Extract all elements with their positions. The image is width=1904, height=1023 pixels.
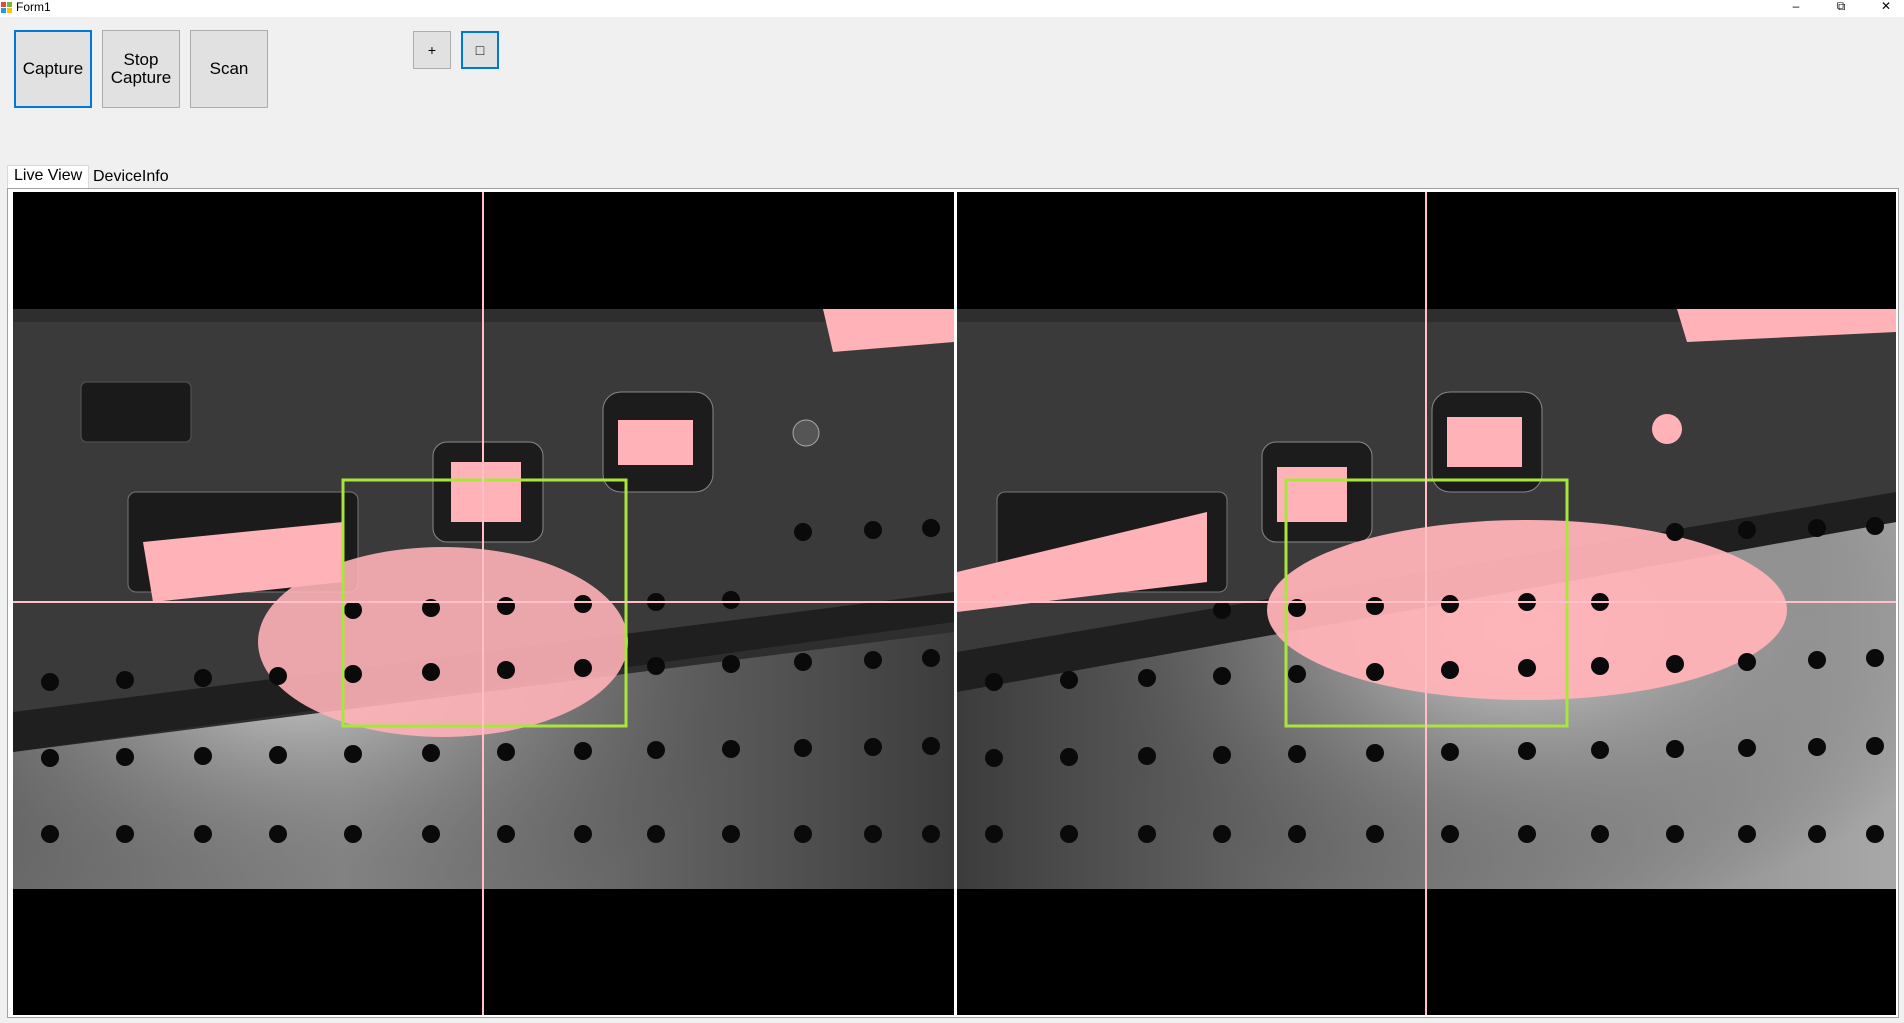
right-camera-view[interactable]: [957, 192, 1896, 1015]
right-camera-image: [957, 192, 1896, 1015]
left-camera-image: [13, 192, 954, 1015]
tab-device-info[interactable]: DeviceInfo: [87, 167, 175, 189]
zoom-in-button[interactable]: +: [413, 31, 451, 69]
close-button[interactable]: ✕: [1863, 0, 1904, 17]
restore-button[interactable]: ⧉: [1818, 0, 1864, 17]
tab-live-view[interactable]: Live View: [7, 165, 90, 189]
scan-button[interactable]: Scan: [190, 30, 268, 108]
app-icon: [1, 2, 12, 13]
capture-button[interactable]: Capture: [14, 30, 92, 108]
roi-rectangle-button[interactable]: □: [461, 31, 499, 69]
left-camera-view[interactable]: [13, 192, 954, 1015]
title-bar: Form1 – ⧉ ✕: [0, 0, 1904, 17]
minimize-button[interactable]: –: [1773, 0, 1819, 17]
window-title: Form1: [16, 0, 51, 14]
stop-capture-button[interactable]: Stop Capture: [102, 30, 180, 108]
